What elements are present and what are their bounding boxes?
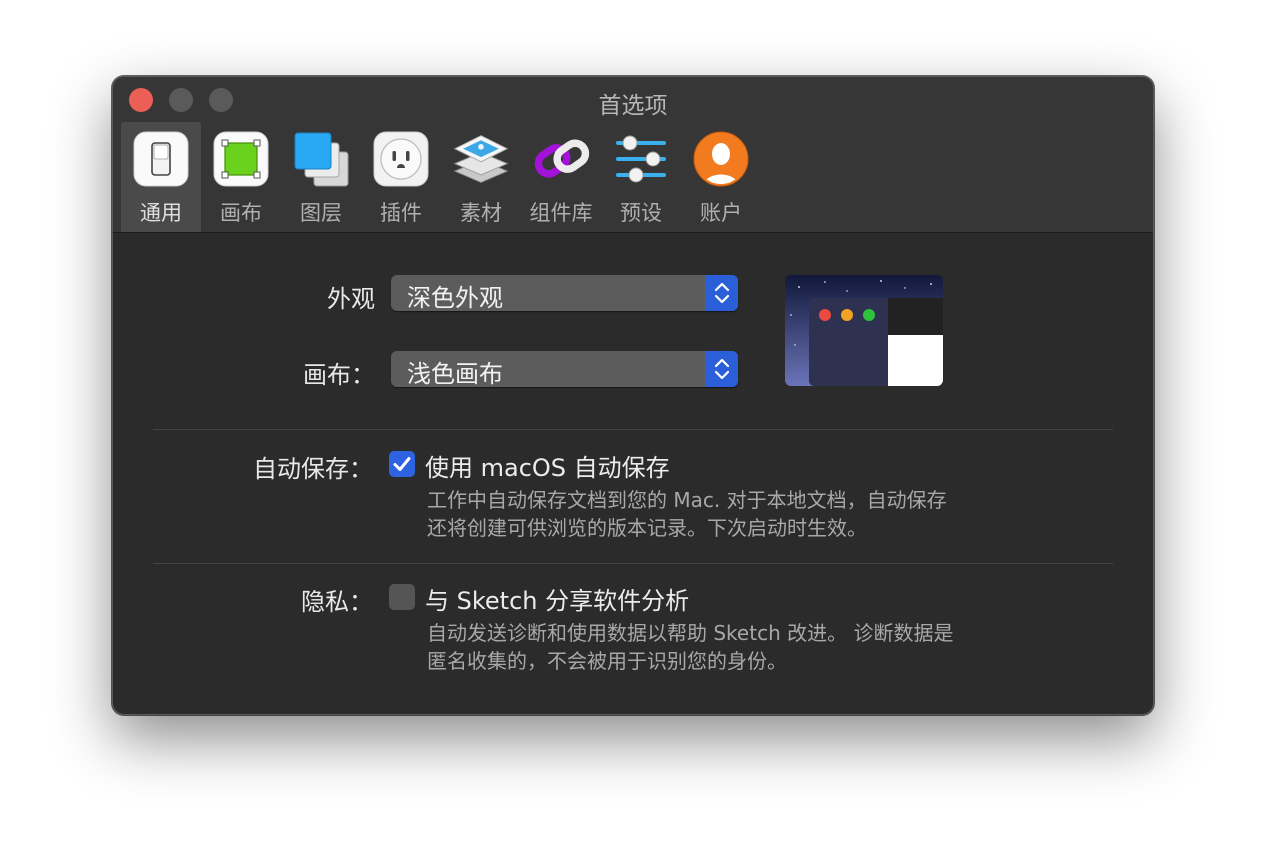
tab-label: 通用 bbox=[140, 201, 182, 225]
divider bbox=[153, 563, 1113, 564]
toolbar: 首选项 通用 画布 图层 插件 素材 组件库 预设 账户 bbox=[113, 77, 1153, 233]
layers-icon bbox=[292, 130, 350, 188]
canvas-value: 浅色画布 bbox=[407, 360, 503, 388]
tab-general[interactable]: 通用 bbox=[121, 122, 201, 232]
preferences-window: 首选项 通用 画布 图层 插件 素材 组件库 预设 账户 外观 深色外观 画布：… bbox=[112, 76, 1154, 715]
tab-libraries[interactable]: 组件库 bbox=[521, 122, 601, 232]
autosave-label: 自动保存： bbox=[253, 455, 373, 483]
analytics-checkbox[interactable] bbox=[389, 584, 415, 610]
tab-account[interactable]: 账户 bbox=[681, 122, 761, 232]
tab-label: 素材 bbox=[460, 201, 502, 225]
switch-icon bbox=[132, 130, 190, 188]
tab-label: 画布 bbox=[220, 201, 262, 225]
tab-canvas[interactable]: 画布 bbox=[201, 122, 281, 232]
chevron-updown-icon bbox=[706, 275, 738, 311]
canvas-label: 画布： bbox=[303, 361, 375, 389]
tab-plugins[interactable]: 插件 bbox=[361, 122, 441, 232]
divider bbox=[153, 429, 1113, 430]
plugin-icon bbox=[372, 130, 430, 188]
privacy-description-line1: 自动发送诊断和使用数据以帮助 Sketch 改进。 诊断数据是 bbox=[427, 621, 954, 645]
tab-presets[interactable]: 预设 bbox=[601, 122, 681, 232]
tab-label: 账户 bbox=[700, 201, 742, 225]
appearance-label: 外观 bbox=[327, 285, 375, 313]
tab-label: 图层 bbox=[300, 201, 342, 225]
presets-icon bbox=[612, 130, 670, 188]
autosave-description-line1: 工作中自动保存文档到您的 Mac. 对于本地文档，自动保存 bbox=[427, 488, 947, 512]
privacy-label: 隐私： bbox=[301, 588, 373, 616]
account-icon bbox=[692, 130, 750, 188]
checkmark-icon bbox=[393, 457, 411, 471]
canvas-select[interactable]: 浅色画布 bbox=[391, 351, 738, 388]
theme-preview-image bbox=[785, 275, 943, 386]
tab-assets[interactable]: 素材 bbox=[441, 122, 521, 232]
autosave-checkbox-label[interactable]: 使用 macOS 自动保存 bbox=[425, 448, 670, 483]
appearance-value: 深色外观 bbox=[407, 284, 503, 312]
autosave-checkbox[interactable] bbox=[389, 451, 415, 477]
assets-icon bbox=[452, 130, 510, 188]
window-title: 首选项 bbox=[598, 93, 668, 119]
chevron-updown-icon bbox=[706, 351, 738, 387]
tab-label: 组件库 bbox=[529, 201, 593, 225]
tab-layers[interactable]: 图层 bbox=[281, 122, 361, 232]
tab-label: 插件 bbox=[380, 201, 422, 225]
tab-label: 预设 bbox=[620, 201, 662, 225]
canvas-icon bbox=[212, 130, 270, 188]
privacy-description-line2: 匿名收集的，不会被用于识别您的身份。 bbox=[427, 649, 787, 673]
appearance-select[interactable]: 深色外观 bbox=[391, 275, 738, 312]
library-icon bbox=[532, 130, 590, 188]
analytics-checkbox-label[interactable]: 与 Sketch 分享软件分析 bbox=[425, 581, 689, 616]
preference-tabs: 通用 画布 图层 插件 素材 组件库 预设 账户 bbox=[121, 122, 761, 232]
autosave-description-line2: 还将创建可供浏览的版本记录。下次启动时生效。 bbox=[427, 516, 867, 540]
